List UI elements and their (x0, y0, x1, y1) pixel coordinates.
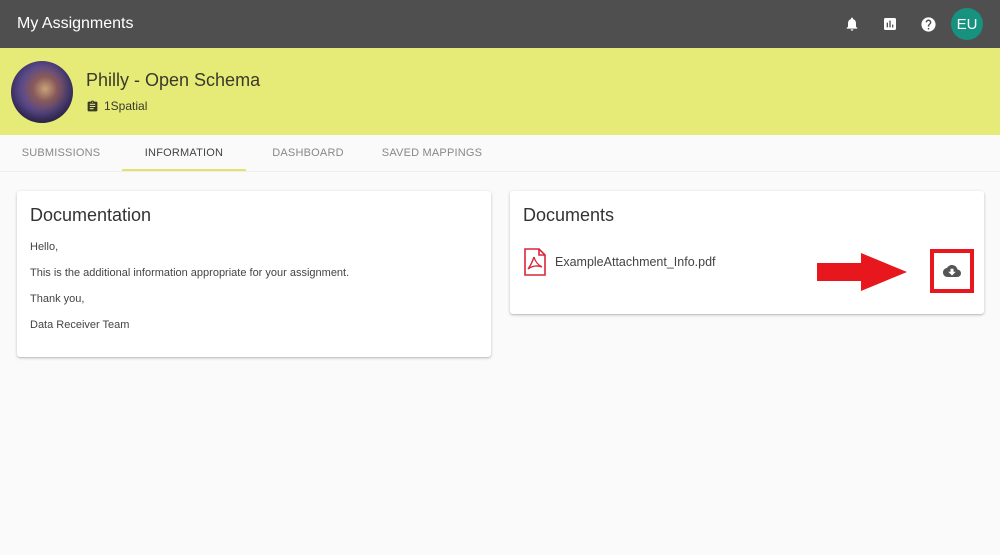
tab-dashboard[interactable]: DASHBOARD (246, 135, 370, 171)
app-title: My Assignments (17, 15, 134, 32)
download-button[interactable] (930, 249, 974, 293)
cloud-download-icon (943, 265, 961, 277)
documentation-title: Documentation (30, 205, 152, 225)
annotation-arrow-icon (817, 253, 907, 291)
documentation-card: Documentation Hello, This is the additio… (17, 191, 491, 357)
tab-saved-mappings[interactable]: SAVED MAPPINGS (370, 135, 494, 171)
documents-title: Documents (523, 205, 615, 225)
tab-bar: SUBMISSIONS INFORMATION DASHBOARD SAVED … (0, 135, 1000, 172)
documentation-paragraph: Data Receiver Team (30, 319, 130, 331)
organization-name: 1Spatial (104, 99, 148, 113)
clipboard-icon (87, 100, 98, 111)
file-name[interactable]: ExampleAttachment_Info.pdf (555, 255, 716, 269)
bar-chart-icon (884, 18, 896, 30)
topbar-actions: EU (833, 5, 983, 43)
tab-information[interactable]: INFORMATION (122, 135, 246, 171)
documents-card: Documents ExampleAttachment_Info.pdf (510, 191, 984, 314)
help-button[interactable] (909, 5, 947, 43)
tab-submissions[interactable]: SUBMISSIONS (0, 135, 122, 171)
documentation-paragraph: Hello, (30, 241, 59, 253)
reports-button[interactable] (871, 5, 909, 43)
organization: 1Spatial (86, 99, 260, 113)
user-avatar[interactable]: EU (951, 8, 983, 40)
documentation-paragraph: Thank you, (30, 293, 85, 305)
assignment-banner: Philly - Open Schema 1Spatial (0, 48, 1000, 135)
bell-icon (846, 17, 858, 31)
assignment-image (11, 60, 73, 123)
help-icon (920, 16, 936, 32)
documentation-paragraph: This is the additional information appro… (30, 267, 350, 279)
top-app-bar: My Assignments EU (0, 0, 1000, 48)
assignment-name: Philly - Open Schema (86, 70, 261, 90)
notifications-button[interactable] (833, 5, 871, 43)
pdf-icon (524, 248, 546, 276)
